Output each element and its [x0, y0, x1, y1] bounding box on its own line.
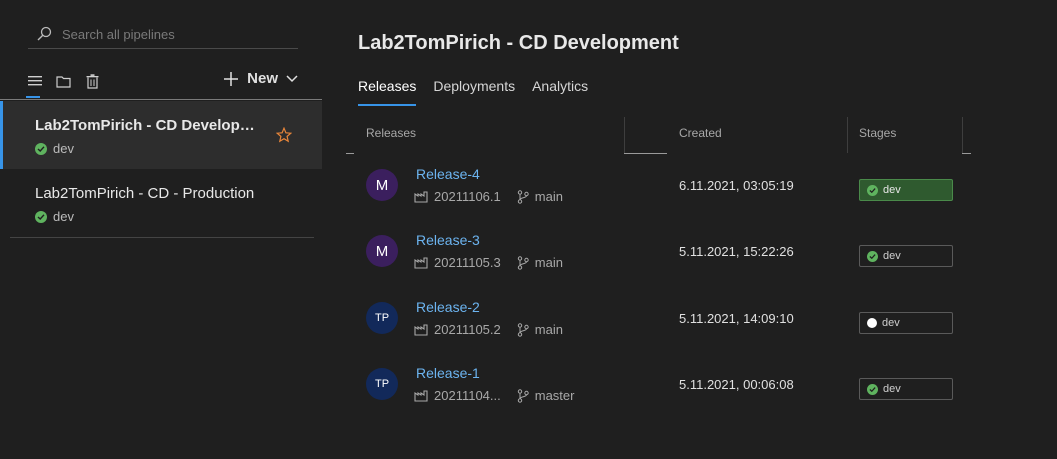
created-date: 5.11.2021, 14:09:10: [679, 311, 794, 326]
branch-name: main: [534, 189, 563, 204]
release-meta: 20211106.1 main: [414, 189, 563, 204]
pipeline-name: Lab2TomPirich - CD Developm...: [35, 117, 265, 134]
tab-releases[interactable]: Releases: [358, 78, 417, 106]
release-link[interactable]: Release-3: [416, 232, 480, 248]
created-date: 5.11.2021, 00:06:08: [679, 377, 794, 392]
avatar: M: [366, 169, 398, 201]
pipeline-env-label: dev: [53, 141, 74, 156]
pipeline-item-cd-production[interactable]: Lab2TomPirich - CD - Production dev: [0, 169, 322, 237]
page-title: Lab2TomPirich - CD Development: [358, 32, 679, 54]
created-date: 6.11.2021, 03:05:19: [679, 178, 794, 193]
column-separator: [962, 117, 963, 153]
stage-badge[interactable]: dev: [859, 245, 953, 267]
branch-icon: [517, 255, 529, 270]
stage-badge[interactable]: dev: [859, 179, 953, 201]
sidebar: New Lab2TomPirich - CD Developm... dev L…: [0, 0, 322, 459]
table-row[interactable]: TP Release-2 20211105.2 main 5.11.2021, …: [322, 290, 1057, 356]
check-icon: [35, 210, 47, 223]
pipeline-env-label: dev: [53, 209, 74, 224]
column-resize-mark: [962, 153, 971, 154]
build-number: 20211105.3: [434, 255, 501, 270]
check-icon: [867, 383, 878, 395]
column-separator: [624, 117, 625, 153]
stage-label: dev: [883, 383, 901, 395]
avatar: M: [366, 235, 398, 267]
build-icon: [414, 256, 428, 269]
tab-analytics[interactable]: Analytics: [532, 78, 588, 106]
branch-icon: [517, 388, 529, 403]
release-meta: 20211105.3 main: [414, 255, 563, 270]
stage-label: dev: [883, 184, 901, 196]
build-number: 20211104...: [434, 388, 501, 403]
check-icon: [867, 184, 878, 196]
column-header-stages: Stages: [859, 126, 897, 140]
pipeline-name: Lab2TomPirich - CD - Production: [35, 185, 255, 202]
branch-icon: [517, 189, 529, 204]
trash-icon[interactable]: [83, 72, 101, 90]
not-deployed-icon: [867, 318, 877, 328]
list-view-icon[interactable]: [26, 72, 44, 90]
release-link[interactable]: Release-4: [416, 166, 480, 182]
search-icon: [37, 26, 52, 41]
check-icon: [867, 250, 878, 262]
sidebar-toolbar: New: [26, 70, 302, 98]
branch-name: main: [534, 322, 563, 337]
branch-icon: [517, 322, 529, 337]
tab-deployments[interactable]: Deployments: [433, 78, 515, 106]
search-input[interactable]: [60, 25, 284, 43]
branch-name: main: [534, 255, 563, 270]
branch-name: master: [534, 388, 575, 403]
build-icon: [414, 323, 428, 336]
build-number: 20211106.1: [434, 189, 501, 204]
release-meta: 20211104... master: [414, 388, 574, 403]
pipeline-env: dev: [35, 141, 74, 156]
build-icon: [414, 389, 428, 402]
column-resize-mark: [346, 153, 354, 154]
table-row[interactable]: M Release-3 20211105.3 main 5.11.2021, 1…: [322, 223, 1057, 289]
release-link[interactable]: Release-2: [416, 299, 480, 315]
folder-icon[interactable]: [54, 72, 72, 90]
stage-badge[interactable]: dev: [859, 312, 953, 334]
star-icon[interactable]: [275, 126, 293, 146]
column-separator: [847, 117, 848, 153]
search-box[interactable]: [28, 20, 298, 49]
stage-label: dev: [882, 317, 900, 329]
column-header-created: Created: [679, 126, 722, 140]
avatar: TP: [366, 302, 398, 334]
column-header-releases: Releases: [366, 126, 417, 140]
chevron-down-icon: [286, 74, 298, 82]
list-view-underline: [26, 96, 40, 98]
pipeline-item-cd-development[interactable]: Lab2TomPirich - CD Developm... dev: [0, 101, 322, 169]
sidebar-list-divider: [10, 237, 314, 238]
column-resize-mark: [624, 153, 667, 154]
build-icon: [414, 190, 428, 203]
created-date: 5.11.2021, 15:22:26: [679, 244, 794, 259]
release-meta: 20211105.2 main: [414, 322, 563, 337]
sidebar-divider: [0, 99, 322, 100]
table-row[interactable]: M Release-4 20211106.1 main 6.11.2021, 0…: [322, 157, 1057, 223]
new-button-label: New: [247, 70, 278, 87]
build-number: 20211105.2: [434, 322, 501, 337]
stage-badge[interactable]: dev: [859, 378, 953, 400]
plus-icon: [224, 71, 239, 86]
new-button[interactable]: New: [223, 70, 298, 87]
main-panel: Lab2TomPirich - CD Development Releases …: [322, 0, 1057, 459]
avatar: TP: [366, 368, 398, 400]
check-icon: [35, 142, 47, 155]
pipeline-env: dev: [35, 209, 74, 224]
table-row[interactable]: TP Release-1 20211104... master 5.11.202…: [322, 356, 1057, 422]
tab-bar: Releases Deployments Analytics: [358, 78, 588, 106]
release-link[interactable]: Release-1: [416, 365, 480, 381]
stage-label: dev: [883, 250, 901, 262]
